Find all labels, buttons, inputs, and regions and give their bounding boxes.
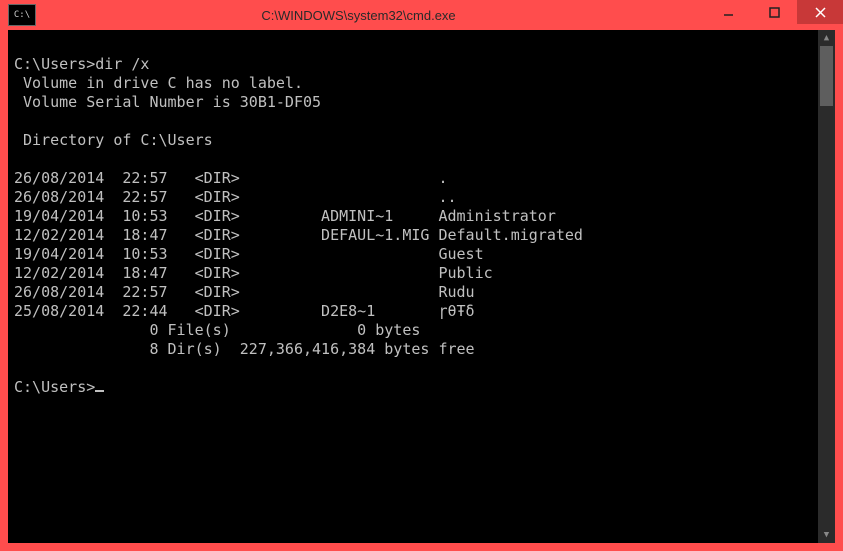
cmd-window: C:\ C:\WINDOWS\system32\cmd.exe C:\Users… [0, 0, 843, 551]
maximize-button[interactable] [751, 0, 797, 24]
close-button[interactable] [797, 0, 843, 24]
terminal-output[interactable]: C:\Users>dir /x Volume in drive C has no… [8, 30, 818, 543]
window-controls [705, 0, 843, 24]
minimize-icon [723, 7, 734, 18]
cursor [95, 378, 104, 392]
scroll-up-arrow[interactable]: ▲ [818, 30, 835, 46]
scroll-thumb[interactable] [820, 46, 833, 106]
minimize-button[interactable] [705, 0, 751, 24]
cmd-icon: C:\ [8, 4, 36, 26]
cmd-icon-text: C:\ [14, 10, 30, 20]
titlebar[interactable]: C:\ C:\WINDOWS\system32\cmd.exe [0, 0, 843, 30]
vertical-scrollbar[interactable]: ▲ ▼ [818, 30, 835, 543]
maximize-icon [769, 7, 780, 18]
close-icon [815, 7, 826, 18]
window-title: C:\WINDOWS\system32\cmd.exe [42, 8, 675, 23]
scroll-down-arrow[interactable]: ▼ [818, 527, 835, 543]
client-area: C:\Users>dir /x Volume in drive C has no… [8, 30, 835, 543]
